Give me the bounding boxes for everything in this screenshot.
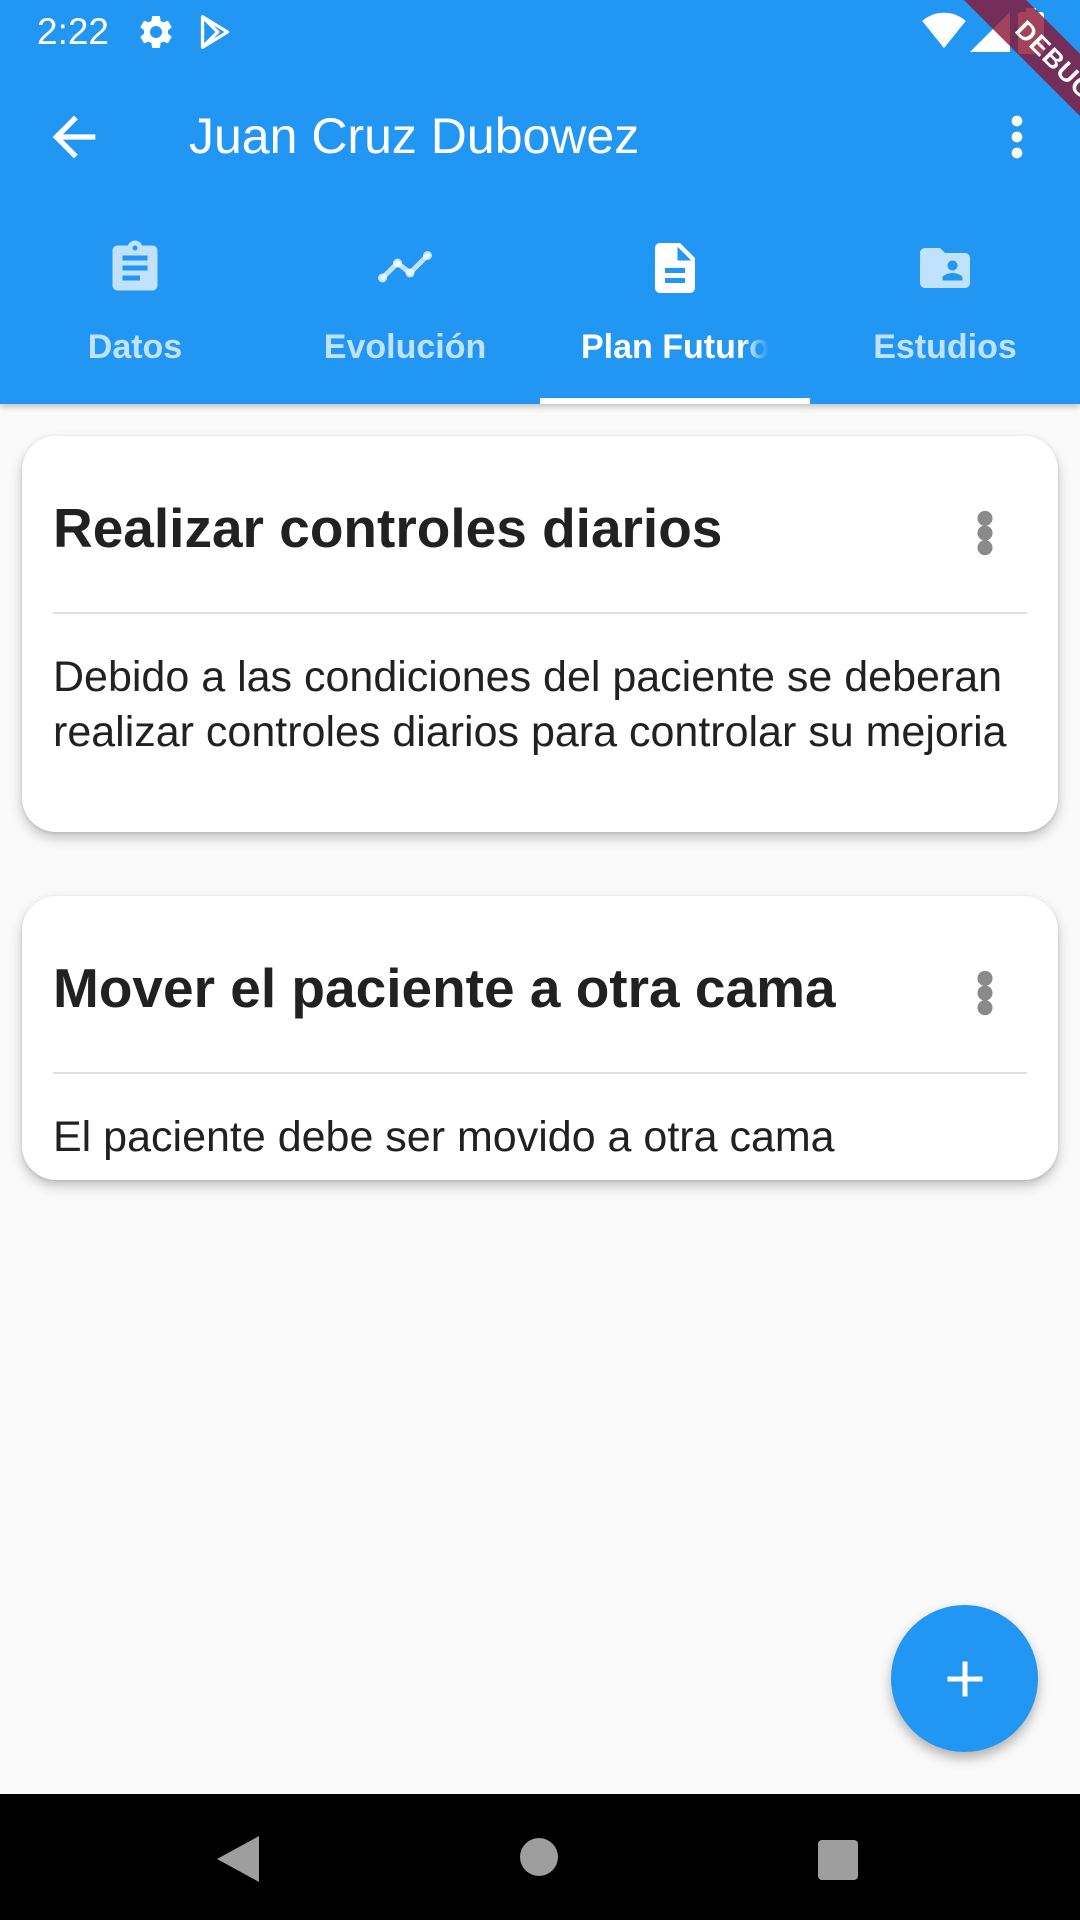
toolbar: Juan Cruz Dubowez [0, 63, 1080, 210]
battery-icon [1018, 8, 1044, 54]
recents-square-icon[interactable] [818, 1840, 858, 1880]
card-title: Mover el paciente a otra cama [53, 957, 836, 1019]
tab-label: Evolución [323, 328, 487, 366]
plan-card[interactable]: Realizar controles diarios Debido a las … [22, 436, 1058, 832]
home-circle-icon[interactable] [520, 1838, 558, 1876]
assignment-icon [112, 240, 158, 291]
more-vert-icon[interactable] [985, 105, 1049, 169]
tab-bar: Datos Evolución Plan Futuro Estudios [0, 210, 1080, 404]
more-vert-icon[interactable] [974, 510, 996, 556]
tab-label: Estudios [873, 328, 1017, 366]
app-bar: 2:22 DEBUG Juan Cruz Dubowez Datos Evolu… [0, 0, 1080, 404]
tab-evolucion[interactable]: Evolución [270, 210, 540, 404]
timeline-icon [378, 251, 432, 283]
folder-shared-icon [920, 248, 970, 288]
tab-datos[interactable]: Datos [0, 210, 270, 404]
card-body: El paciente debe ser movido a otra cama [53, 1113, 835, 1161]
signal-icon [970, 12, 1010, 52]
page-title: Juan Cruz Dubowez [189, 108, 640, 164]
back-triangle-icon[interactable] [217, 1836, 259, 1882]
system-nav-bar [0, 1794, 1080, 1920]
more-vert-icon[interactable] [974, 970, 996, 1016]
card-divider [53, 612, 1027, 614]
tab-indicator [540, 398, 810, 404]
tab-estudios[interactable]: Estudios [810, 210, 1080, 404]
card-divider [53, 1072, 1027, 1074]
add-icon [947, 1661, 983, 1697]
tab-label: Datos [87, 328, 183, 366]
wifi-icon [922, 12, 966, 49]
tab-label: Plan Futuro [581, 328, 769, 366]
description-icon [655, 243, 695, 293]
arrow-back-icon[interactable] [42, 105, 106, 169]
settings-icon [140, 16, 172, 48]
plan-card[interactable]: Mover el paciente a otra cama El pacient… [22, 896, 1058, 1180]
card-body: Debido a las condiciones del paciente se… [53, 653, 1007, 756]
add-button[interactable] [891, 1605, 1038, 1752]
card-title: Realizar controles diarios [53, 497, 723, 559]
tab-plan-futuro[interactable]: Plan Futuro [540, 210, 810, 404]
play-store-icon [200, 15, 230, 49]
status-time: 2:22 [37, 11, 110, 52]
status-bar: 2:22 [0, 0, 1080, 63]
